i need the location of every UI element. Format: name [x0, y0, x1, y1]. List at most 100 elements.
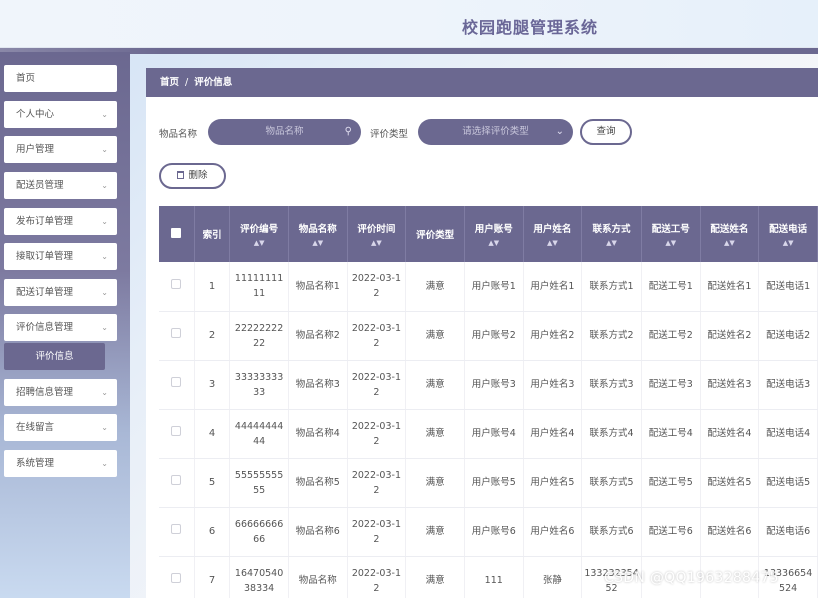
col-header-user-name[interactable]: 用户姓名 ▲▼	[523, 206, 583, 262]
table-cell: 2022-03-12	[347, 507, 407, 557]
table-cell: 配送电话1	[758, 262, 818, 312]
table-row[interactable]: 6 6666666666 物品名称6 2022-03-12 满意 用户账号6 用户姓名6 联系…	[159, 507, 818, 557]
table-cell: 用户姓名4	[523, 409, 583, 459]
sidebar-item-user-management[interactable]: 用户管理 ⌄	[4, 136, 117, 163]
sidebar-item-review-management[interactable]: 评价信息管理 ⌄	[4, 314, 117, 341]
table-cell: 满意	[405, 556, 465, 598]
sidebar-item-publish-order[interactable]: 发布订单管理 ⌄	[4, 208, 117, 235]
item-name-search-input[interactable]: 物品名称 ⚲	[208, 119, 361, 145]
row-checkbox[interactable]	[171, 377, 182, 387]
chevron-down-icon: ⌄	[101, 423, 108, 432]
table-row[interactable]: 4 4444444444 物品名称4 2022-03-12 满意 用户账号4 用户姓名4 联系…	[159, 409, 818, 459]
table-cell: 配送电话2	[758, 311, 818, 361]
review-type-select[interactable]: 请选择评价类型 ⌄	[418, 119, 573, 145]
table-cell: 1647054038334	[229, 556, 289, 598]
main-content: 物品名称 物品名称 ⚲ 评价类型 请选择评价类型 ⌄ 查询 删除 索引 评价编号…	[146, 97, 818, 598]
table-cell: 1	[194, 262, 231, 312]
sort-icon[interactable]: ▲▼	[291, 239, 345, 247]
breadcrumb-home[interactable]: 首页	[160, 77, 179, 88]
sort-icon[interactable]: ▲▼	[467, 239, 521, 247]
table-cell: 满意	[405, 360, 465, 410]
table-cell: 用户姓名1	[523, 262, 583, 312]
sidebar-item-system-management[interactable]: 系统管理 ⌄	[4, 450, 117, 477]
sidebar-item-recruitment[interactable]: 招聘信息管理 ⌄	[4, 379, 117, 406]
select-all-checkbox[interactable]	[171, 227, 182, 238]
table-cell: 张静	[523, 556, 583, 598]
table-cell: 4	[194, 409, 231, 459]
sidebar-item-online-message[interactable]: 在线留言 ⌄	[4, 414, 117, 441]
chevron-down-icon: ⌄	[101, 252, 108, 261]
table-header-row: 索引 评价编号 ▲▼ 物品名称 ▲▼ 评价时间 ▲▼ 评价类型 用户账号 ▲▼ 用户姓名…	[159, 206, 818, 262]
sort-icon[interactable]: ▲▼	[761, 239, 815, 247]
row-checkbox[interactable]	[171, 524, 182, 534]
table-cell: 配送工号1	[641, 262, 701, 312]
row-select-cell[interactable]	[159, 556, 195, 598]
row-checkbox[interactable]	[171, 278, 182, 289]
breadcrumb: 首页 / 评价信息	[146, 68, 818, 97]
table-cell: 配送电话4	[758, 409, 818, 459]
review-table: 索引 评价编号 ▲▼ 物品名称 ▲▼ 评价时间 ▲▼ 评价类型 用户账号 ▲▼ 用户姓名…	[159, 206, 818, 598]
table-cell: 满意	[405, 311, 465, 361]
sort-icon[interactable]: ▲▼	[350, 239, 404, 247]
table-cell: 用户账号1	[464, 262, 524, 312]
sidebar-item-personal-center[interactable]: 个人中心 ⌄	[4, 101, 117, 128]
row-checkbox[interactable]	[171, 328, 182, 338]
table-cell: 物品名称1	[288, 262, 348, 312]
row-select-cell[interactable]	[159, 409, 195, 459]
col-header-courier-phone[interactable]: 配送电话 ▲▼	[758, 206, 818, 262]
col-header-item-name[interactable]: 物品名称 ▲▼	[288, 206, 348, 262]
row-checkbox[interactable]	[171, 426, 182, 436]
col-header-user-account[interactable]: 用户账号 ▲▼	[464, 206, 524, 262]
item-name-label: 物品名称	[159, 129, 198, 140]
select-all-cell[interactable]	[159, 206, 195, 262]
chevron-down-icon: ⌄	[101, 110, 108, 119]
query-button[interactable]: 查询	[580, 119, 632, 145]
review-type-label: 评价类型	[370, 129, 409, 140]
row-select-cell[interactable]	[159, 458, 195, 508]
row-select-cell[interactable]	[159, 360, 195, 410]
col-header-contact[interactable]: 联系方式 ▲▼	[581, 206, 642, 262]
chevron-down-icon: ⌄	[101, 181, 108, 190]
col-header-review-time[interactable]: 评价时间 ▲▼	[347, 206, 407, 262]
table-cell: 配送工号4	[641, 409, 701, 459]
review-type-placeholder: 请选择评价类型	[462, 126, 529, 137]
table-cell: 用户姓名6	[523, 507, 583, 557]
row-checkbox[interactable]	[171, 475, 182, 485]
sort-icon[interactable]: ▲▼	[232, 239, 286, 247]
table-row[interactable]: 2 2222222222 物品名称2 2022-03-12 满意 用户账号2 用户姓名2 联系…	[159, 311, 818, 361]
row-select-cell[interactable]	[159, 311, 195, 361]
sort-icon[interactable]: ▲▼	[584, 239, 639, 247]
sidebar-item-delivery-order[interactable]: 配送订单管理 ⌄	[4, 279, 117, 306]
top-header: 校园跑腿管理系统	[0, 0, 818, 48]
sidebar-subitem-review-info[interactable]: 评价信息	[4, 343, 105, 370]
table-cell: 物品名称4	[288, 409, 348, 459]
row-checkbox[interactable]	[171, 573, 182, 583]
table-cell: 物品名称3	[288, 360, 348, 410]
table-row[interactable]: 5 5555555555 物品名称5 2022-03-12 满意 用户账号5 用户姓名5 联系…	[159, 458, 818, 508]
table-cell: 2022-03-12	[347, 311, 407, 361]
sidebar-item-courier-management[interactable]: 配送员管理 ⌄	[4, 172, 117, 199]
sort-icon[interactable]: ▲▼	[703, 239, 757, 247]
table-row[interactable]: 3 3333333333 物品名称3 2022-03-12 满意 用户账号3 用户姓名3 联系…	[159, 360, 818, 410]
table-cell: 5	[194, 458, 231, 508]
table-cell: 用户账号4	[464, 409, 524, 459]
table-cell: 用户姓名3	[523, 360, 583, 410]
col-header-courier-name[interactable]: 配送姓名 ▲▼	[700, 206, 760, 262]
col-header-courier-no[interactable]: 配送工号 ▲▼	[641, 206, 701, 262]
sidebar-item-accept-order[interactable]: 接取订单管理 ⌄	[4, 243, 117, 270]
sort-icon[interactable]: ▲▼	[644, 239, 698, 247]
search-icon: ⚲	[344, 126, 352, 137]
chevron-down-icon: ⌄	[101, 145, 108, 154]
table-cell: 6666666666	[229, 507, 289, 557]
table-cell: 用户账号2	[464, 311, 524, 361]
table-cell: 满意	[405, 458, 465, 508]
sort-icon[interactable]: ▲▼	[526, 239, 580, 247]
sidebar-item-home[interactable]: 首页	[4, 65, 117, 92]
table-cell: 111	[464, 556, 524, 598]
delete-button[interactable]: 删除	[159, 163, 226, 189]
table-row[interactable]: 1 1111111111 物品名称1 2022-03-12 满意 用户账号1 用户姓名1 联系…	[159, 262, 818, 312]
watermark: CSDN @QQ1963288475	[604, 570, 779, 586]
col-header-review-no[interactable]: 评价编号 ▲▼	[229, 206, 289, 262]
row-select-cell[interactable]	[159, 507, 195, 557]
row-select-cell[interactable]	[159, 262, 195, 312]
